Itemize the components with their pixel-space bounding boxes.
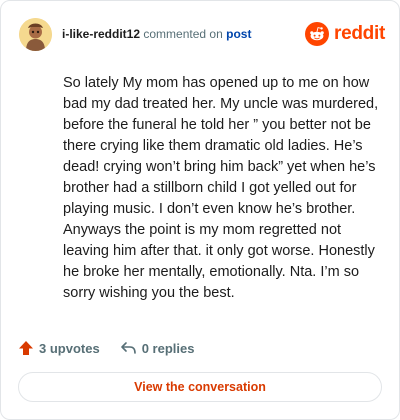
reddit-logo[interactable]: reddit xyxy=(305,22,385,46)
post-link[interactable]: post xyxy=(226,27,251,41)
brand-wordmark: reddit xyxy=(334,23,385,44)
reply-arrow-icon xyxy=(120,342,136,354)
upvotes[interactable]: 3 upvotes xyxy=(18,340,100,356)
avatar[interactable] xyxy=(19,17,52,51)
cartoon-avatar-icon xyxy=(19,17,52,51)
reddit-alien-icon xyxy=(305,22,330,46)
commented-on-text: commented on xyxy=(143,27,223,41)
view-conversation-button[interactable]: View the conversation xyxy=(18,372,382,402)
username-link[interactable]: i-like-reddit12 xyxy=(62,27,140,41)
comment-footer: 3 upvotes 0 replies xyxy=(18,338,194,358)
replies-count: 0 replies xyxy=(141,340,195,356)
comment-card: i-like-reddit12 commented on post reddit… xyxy=(0,0,400,420)
comment-body: So lately My mom has opened up to me on … xyxy=(63,75,379,301)
comment-meta: i-like-reddit12 commented on post xyxy=(62,26,251,42)
upvote-arrow-icon xyxy=(19,341,33,355)
comment-header: i-like-reddit12 commented on post reddit xyxy=(19,17,385,51)
upvotes-count: 3 upvotes xyxy=(39,340,100,356)
replies[interactable]: 0 replies xyxy=(120,340,195,356)
